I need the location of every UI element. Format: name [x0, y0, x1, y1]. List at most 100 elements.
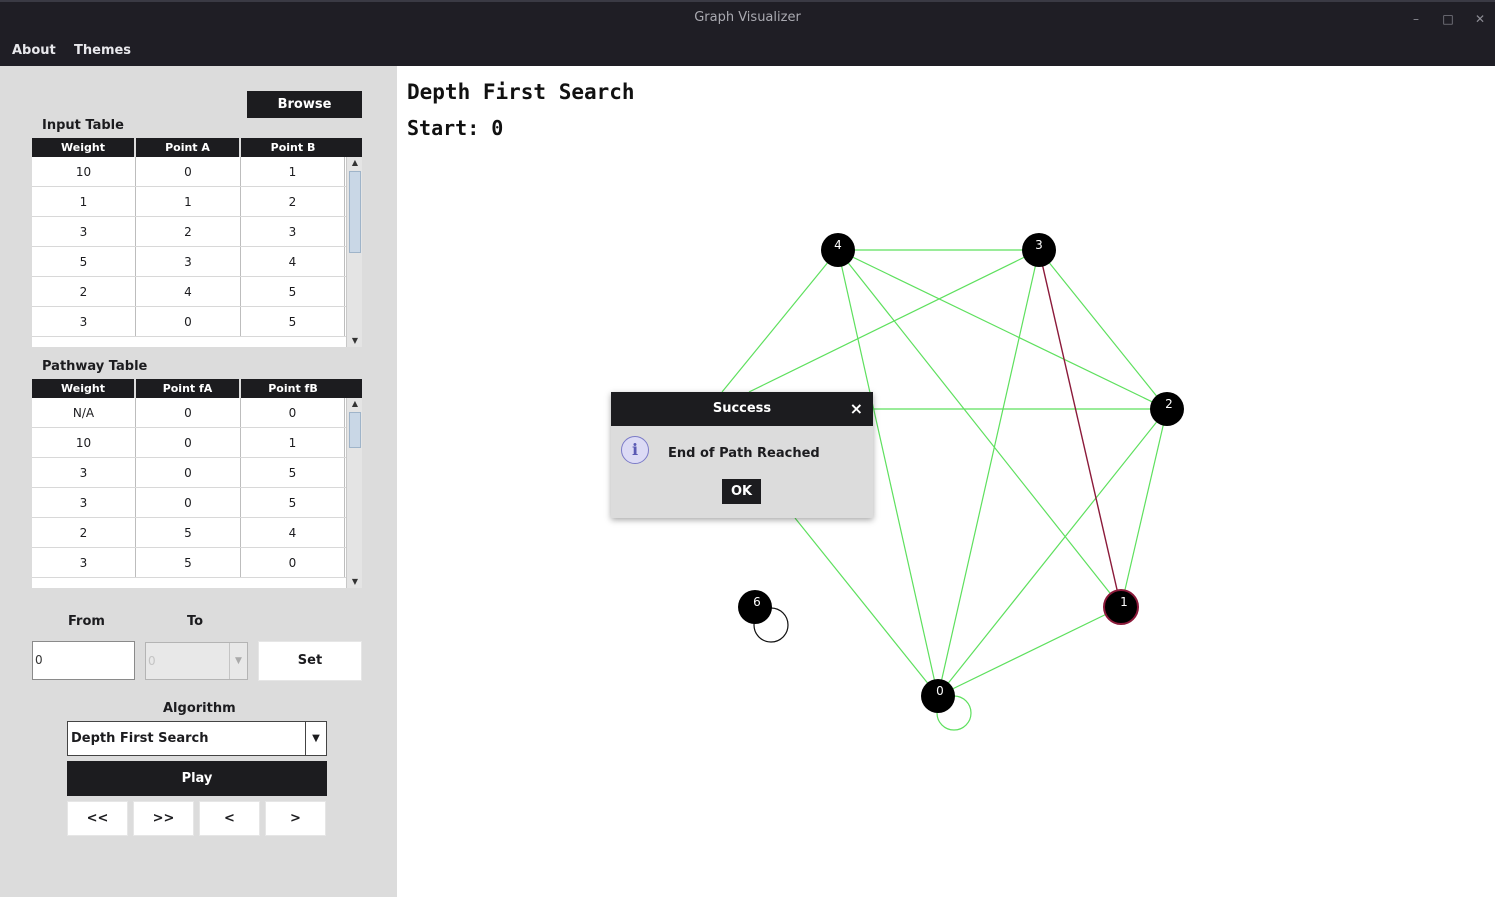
node-label: 2 [1165, 397, 1173, 411]
maximize-icon[interactable]: □ [1440, 11, 1456, 27]
cell-point-fa: 0 [136, 398, 241, 427]
node-label: 6 [753, 595, 761, 609]
menu-about[interactable]: About [12, 43, 56, 58]
previous-step-button[interactable]: < [199, 801, 260, 836]
cell-weight: 5 [32, 247, 136, 276]
menu-themes[interactable]: Themes [74, 43, 131, 58]
set-button[interactable]: Set [258, 641, 362, 681]
to-label: To [187, 614, 204, 629]
cell-point-b: 5 [241, 307, 345, 336]
node-2[interactable]: 2 [1150, 392, 1184, 426]
next-step-button[interactable]: > [265, 801, 326, 836]
window-titlebar: Graph Visualizer – □ ✕ [0, 0, 1495, 36]
scroll-thumb[interactable] [349, 171, 361, 253]
scroll-down-arrow-icon[interactable]: ▼ [347, 576, 363, 588]
node-4[interactable]: 4 [821, 233, 855, 267]
cell-point-a: 1 [136, 187, 241, 216]
table-row[interactable]: 2 4 5 [32, 277, 362, 307]
from-label: From [68, 614, 105, 629]
cell-weight: 3 [32, 458, 136, 487]
control-panel: Browse Input Table Weight Point A Point … [0, 66, 397, 897]
column-header-point-a[interactable]: Point A [136, 138, 241, 157]
cell-weight: 3 [32, 307, 136, 336]
minimize-icon[interactable]: – [1408, 11, 1424, 27]
cell-point-fb: 0 [241, 548, 345, 577]
cell-weight: 3 [32, 548, 136, 577]
first-step-button[interactable]: << [67, 801, 128, 836]
pathway-table-scrollbar[interactable]: ▲ ▼ [346, 398, 362, 588]
table-row[interactable]: N/A 0 0 [32, 398, 362, 428]
from-input[interactable]: 0 [32, 641, 135, 680]
edge-1-0 [937, 606, 1122, 697]
input-table-title: Input Table [42, 118, 124, 133]
to-select[interactable]: 0 ▼ [145, 642, 248, 680]
cell-weight: 1 [32, 187, 136, 216]
cell-point-fa: 0 [136, 488, 241, 517]
pathway-table-title: Pathway Table [42, 359, 148, 374]
close-icon[interactable]: × [850, 399, 863, 419]
cell-weight: 2 [32, 277, 136, 306]
cell-weight: 3 [32, 217, 136, 246]
scroll-up-arrow-icon[interactable]: ▲ [347, 157, 363, 169]
algorithm-select[interactable]: Depth First Search ▼ [67, 721, 327, 756]
table-row[interactable]: 10 0 1 [32, 157, 362, 187]
table-row[interactable]: 10 0 1 [32, 428, 362, 458]
chevron-down-icon[interactable]: ▼ [305, 722, 326, 755]
cell-point-b: 4 [241, 247, 345, 276]
menu-bar: About Themes [0, 36, 1495, 66]
column-header-point-fb[interactable]: Point fB [241, 379, 345, 398]
node-0[interactable]: 0 [921, 679, 955, 713]
column-header-weight[interactable]: Weight [32, 138, 136, 157]
algorithm-label: Algorithm [163, 701, 236, 716]
dialog-title: Success [611, 392, 873, 426]
scroll-down-arrow-icon[interactable]: ▼ [347, 335, 363, 347]
node-6[interactable]: 6 [738, 590, 772, 624]
node-label: 1 [1120, 595, 1128, 609]
play-button[interactable]: Play [67, 761, 327, 796]
graph-drawing: 4 3 2 1 0 6 [721, 233, 1184, 731]
cell-point-a: 2 [136, 217, 241, 246]
edge-3-2 [1038, 249, 1168, 410]
edge-3-5 [748, 249, 1040, 393]
input-table: Weight Point A Point B 10 0 1 1 1 2 3 2 … [32, 138, 362, 347]
table-row[interactable]: 3 5 0 [32, 548, 362, 578]
cell-point-fa: 5 [136, 548, 241, 577]
cell-weight: 10 [32, 157, 136, 186]
cell-point-fa: 5 [136, 518, 241, 547]
edge-3-0 [937, 249, 1040, 697]
close-window-icon[interactable]: ✕ [1472, 11, 1488, 27]
column-header-weight[interactable]: Weight [32, 379, 136, 398]
cell-weight: 2 [32, 518, 136, 547]
node-1[interactable]: 1 [1103, 589, 1139, 625]
cell-point-a: 0 [136, 157, 241, 186]
cell-point-fb: 5 [241, 488, 345, 517]
table-row[interactable]: 1 1 2 [32, 187, 362, 217]
scroll-up-arrow-icon[interactable]: ▲ [347, 398, 363, 410]
cell-weight: N/A [32, 398, 136, 427]
input-table-scrollbar[interactable]: ▲ ▼ [346, 157, 362, 347]
cell-point-fb: 1 [241, 428, 345, 457]
column-header-point-b[interactable]: Point B [241, 138, 345, 157]
info-icon: i [621, 436, 649, 464]
browse-button[interactable]: Browse [247, 91, 362, 118]
table-row[interactable]: 2 5 4 [32, 518, 362, 548]
table-row[interactable]: 3 0 5 [32, 488, 362, 518]
cell-point-b: 5 [241, 277, 345, 306]
table-row[interactable]: 3 2 3 [32, 217, 362, 247]
scroll-thumb[interactable] [349, 412, 361, 448]
table-row[interactable]: 3 0 5 [32, 307, 362, 337]
input-table-header: Weight Point A Point B [32, 138, 362, 157]
graph-canvas[interactable]: Depth First Search Start: 0 4 3 2 1 0 6 [397, 66, 1495, 897]
cell-point-b: 1 [241, 157, 345, 186]
cell-point-b: 2 [241, 187, 345, 216]
node-label: 0 [936, 684, 944, 698]
last-step-button[interactable]: >> [133, 801, 194, 836]
table-row[interactable]: 3 0 5 [32, 458, 362, 488]
column-header-point-fa[interactable]: Point fA [136, 379, 241, 398]
ok-button[interactable]: OK [722, 479, 761, 504]
chevron-down-icon[interactable]: ▼ [229, 643, 247, 679]
table-row[interactable]: 5 3 4 [32, 247, 362, 277]
algorithm-select-value: Depth First Search [71, 731, 209, 746]
node-3[interactable]: 3 [1022, 233, 1056, 267]
pathway-table-header: Weight Point fA Point fB [32, 379, 362, 398]
